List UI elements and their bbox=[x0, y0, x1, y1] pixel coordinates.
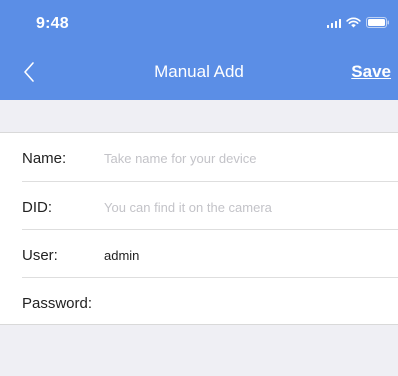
user-field[interactable]: admin bbox=[104, 248, 139, 263]
device-form: Name: Take name for your device DID: You… bbox=[0, 132, 398, 325]
user-row[interactable]: User: admin bbox=[0, 230, 398, 278]
user-label: User: bbox=[22, 247, 58, 264]
page-title: Manual Add bbox=[154, 62, 244, 81]
battery-icon bbox=[366, 17, 390, 28]
password-label: Password: bbox=[22, 295, 93, 312]
name-row[interactable]: Name: Take name for your device bbox=[0, 133, 398, 181]
name-label: Name: bbox=[22, 150, 67, 167]
did-label: DID: bbox=[22, 199, 52, 216]
status-bar: 9:48 bbox=[0, 0, 398, 44]
empty-area bbox=[0, 325, 398, 376]
wifi-icon bbox=[346, 17, 361, 28]
name-field[interactable]: Take name for your device bbox=[104, 151, 256, 166]
password-row[interactable]: Password: bbox=[0, 278, 398, 326]
save-button[interactable]: Save bbox=[351, 62, 391, 82]
navigation-bar: Manual Add Save bbox=[0, 52, 398, 92]
status-icons bbox=[326, 17, 391, 28]
did-row[interactable]: DID: You can find it on the camera bbox=[0, 182, 398, 230]
status-time: 9:48 bbox=[36, 15, 69, 32]
app-header: 9:48 Manual Add Save bbox=[0, 0, 398, 100]
signal-icon bbox=[326, 18, 341, 28]
did-field[interactable]: You can find it on the camera bbox=[104, 200, 272, 215]
section-spacer bbox=[0, 100, 398, 132]
